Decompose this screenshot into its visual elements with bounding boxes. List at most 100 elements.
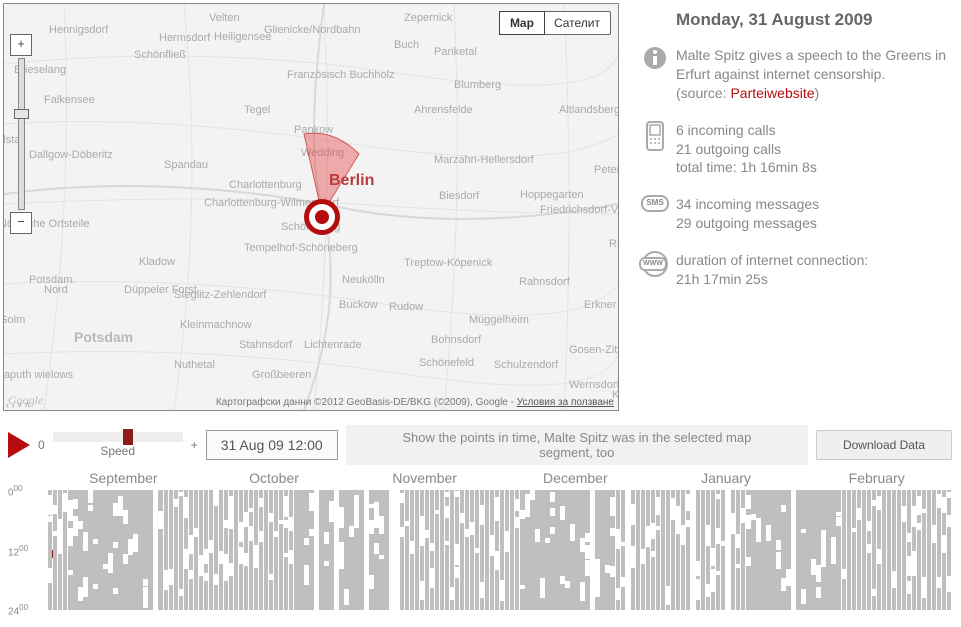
calendar-day[interactable] — [801, 490, 805, 610]
calendar-day[interactable] — [500, 490, 504, 610]
calendar-day[interactable] — [269, 490, 273, 610]
calendar-strip[interactable] — [48, 490, 952, 610]
calendar-day[interactable] — [98, 490, 102, 610]
calendar-day[interactable] — [174, 490, 178, 610]
calendar-day[interactable] — [616, 490, 620, 610]
calendar-day[interactable] — [862, 490, 866, 610]
calendar-day[interactable] — [671, 490, 675, 610]
map-type-toggle[interactable]: Map Сателит — [499, 11, 611, 35]
calendar-day[interactable] — [821, 490, 825, 610]
calendar-day[interactable] — [123, 490, 127, 610]
calendar-day[interactable] — [339, 490, 343, 610]
calendar-day[interactable] — [786, 490, 790, 610]
calendar-day[interactable] — [354, 490, 358, 610]
calendar-day[interactable] — [811, 490, 815, 610]
info-source-link[interactable]: Parteiwebsite — [730, 85, 814, 101]
calendar-day[interactable] — [917, 490, 921, 610]
calendar-day[interactable] — [942, 490, 946, 610]
calendar-day[interactable] — [580, 490, 584, 610]
calendar[interactable]: SeptemberOctoberNovemberDecemberJanuaryF… — [8, 470, 952, 620]
calendar-day[interactable] — [550, 490, 554, 610]
calendar-day[interactable] — [63, 490, 67, 610]
calendar-day[interactable] — [831, 490, 835, 610]
calendar-day[interactable] — [103, 490, 107, 610]
calendar-day[interactable] — [179, 490, 183, 610]
calendar-day[interactable] — [636, 490, 640, 610]
calendar-day[interactable] — [741, 490, 745, 610]
calendar-day[interactable] — [435, 490, 439, 610]
calendar-day[interactable] — [475, 490, 479, 610]
calendar-day[interactable] — [279, 490, 283, 610]
calendar-day[interactable] — [932, 490, 936, 610]
calendar-day[interactable] — [590, 490, 594, 610]
download-button[interactable]: Download Data — [816, 430, 952, 460]
zoom-slider[interactable] — [18, 58, 25, 210]
calendar-day[interactable] — [344, 490, 348, 610]
calendar-day[interactable] — [68, 490, 72, 610]
calendar-day[interactable] — [410, 490, 414, 610]
calendar-day[interactable] — [289, 490, 293, 610]
speed-slider-handle[interactable] — [123, 429, 133, 445]
calendar-day[interactable] — [595, 490, 599, 610]
calendar-day[interactable] — [766, 490, 770, 610]
calendar-day[interactable] — [505, 490, 509, 610]
calendar-day[interactable] — [148, 490, 152, 610]
calendar-day[interactable] — [369, 490, 373, 610]
zoom-in-button[interactable]: + — [10, 34, 32, 56]
calendar-day[interactable] — [153, 490, 157, 610]
calendar-day[interactable] — [314, 490, 318, 610]
calendar-day[interactable] — [540, 490, 544, 610]
calendar-day[interactable] — [430, 490, 434, 610]
calendar-day[interactable] — [666, 490, 670, 610]
calendar-day[interactable] — [490, 490, 494, 610]
calendar-day[interactable] — [299, 490, 303, 610]
calendar-day[interactable] — [922, 490, 926, 610]
calendar-day[interactable] — [882, 490, 886, 610]
calendar-day[interactable] — [58, 490, 62, 610]
calendar-day[interactable] — [219, 490, 223, 610]
map[interactable]: VeltenZepernickHennigsdorfHermsdorfHeili… — [3, 3, 619, 411]
calendar-day[interactable] — [143, 490, 147, 610]
calendar-day[interactable] — [651, 490, 655, 610]
calendar-day[interactable] — [826, 490, 830, 610]
calendar-day[interactable] — [600, 490, 604, 610]
calendar-day[interactable] — [379, 490, 383, 610]
calendar-day[interactable] — [721, 490, 725, 610]
calendar-day[interactable] — [284, 490, 288, 610]
calendar-day[interactable] — [852, 490, 856, 610]
calendar-day[interactable] — [867, 490, 871, 610]
calendar-day[interactable] — [249, 490, 253, 610]
calendar-day[interactable] — [73, 490, 77, 610]
calendar-day[interactable] — [405, 490, 409, 610]
calendar-day[interactable] — [390, 490, 394, 610]
calendar-day[interactable] — [676, 490, 680, 610]
calendar-day[interactable] — [605, 490, 609, 610]
calendar-day[interactable] — [364, 490, 368, 610]
calendar-day[interactable] — [565, 490, 569, 610]
calendar-day[interactable] — [53, 490, 57, 610]
calendar-day[interactable] — [108, 490, 112, 610]
calendar-day[interactable] — [872, 490, 876, 610]
calendar-day[interactable] — [515, 490, 519, 610]
calendar-day[interactable] — [349, 490, 353, 610]
calendar-day[interactable] — [857, 490, 861, 610]
calendar-day[interactable] — [304, 490, 308, 610]
calendar-day[interactable] — [656, 490, 660, 610]
calendar-day[interactable] — [359, 490, 363, 610]
calendar-day[interactable] — [425, 490, 429, 610]
calendar-day[interactable] — [621, 490, 625, 610]
calendar-day[interactable] — [234, 490, 238, 610]
calendar-day[interactable] — [646, 490, 650, 610]
calendar-day[interactable] — [641, 490, 645, 610]
calendar-day[interactable] — [83, 490, 87, 610]
calendar-day[interactable] — [751, 490, 755, 610]
calendar-day[interactable] — [324, 490, 328, 610]
calendar-day[interactable] — [791, 490, 795, 610]
calendar-day[interactable] — [93, 490, 97, 610]
calendar-day[interactable] — [816, 490, 820, 610]
calendar-day[interactable] — [395, 490, 399, 610]
calendar-day[interactable] — [746, 490, 750, 610]
calendar-day[interactable] — [706, 490, 710, 610]
calendar-day[interactable] — [761, 490, 765, 610]
calendar-day[interactable] — [495, 490, 499, 610]
